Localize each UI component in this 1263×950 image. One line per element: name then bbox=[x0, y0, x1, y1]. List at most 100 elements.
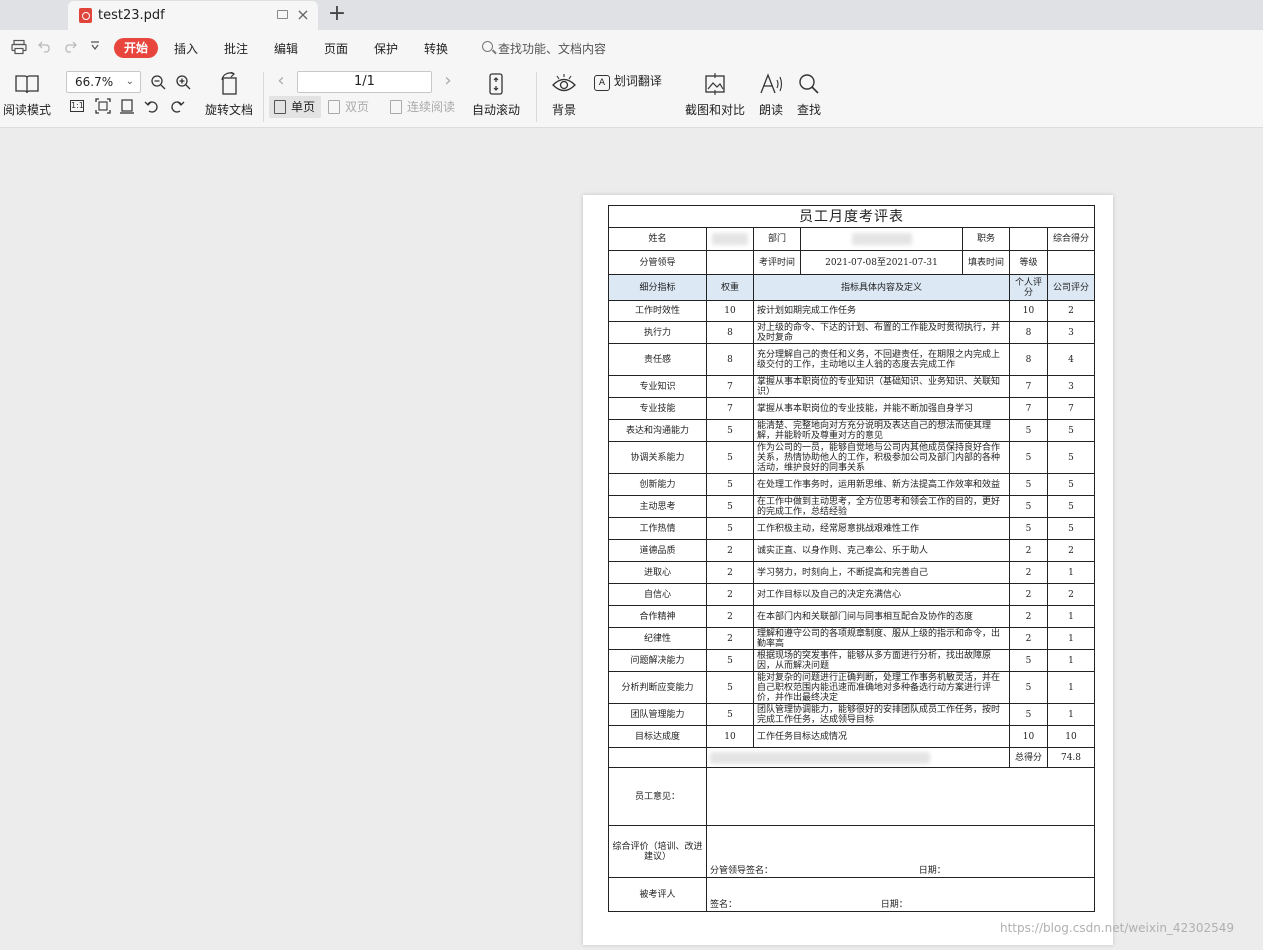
menu-start[interactable]: 开始 bbox=[114, 38, 158, 58]
pdf-page: 员工月度考评表 姓名 部门 职务 综合得分 分管领导 考评时间 2021-07-… bbox=[583, 195, 1113, 945]
previous-page-icon[interactable]: ‹ bbox=[274, 71, 288, 93]
menu-page[interactable]: 页面 bbox=[324, 40, 348, 57]
background-label: 背景 bbox=[551, 103, 576, 117]
fit-width-icon[interactable] bbox=[119, 98, 135, 114]
row-company-score: 4 bbox=[1047, 343, 1095, 376]
document-tab[interactable]: test23.pdf × bbox=[68, 1, 318, 30]
row-self-score: 5 bbox=[1009, 495, 1048, 518]
quick-access-dropdown-icon[interactable] bbox=[86, 39, 104, 57]
row-indicator: 问题解决能力 bbox=[608, 649, 707, 672]
menu-annotate[interactable]: 批注 bbox=[224, 40, 248, 57]
screenshot-compare-button[interactable]: 截图和对比 bbox=[684, 72, 746, 118]
row-definition: 工作任务目标达成情况 bbox=[753, 725, 1010, 748]
document-canvas[interactable]: 员工月度考评表 姓名 部门 职务 综合得分 分管领导 考评时间 2021-07-… bbox=[0, 129, 1263, 950]
row-company-score: 5 bbox=[1047, 473, 1095, 496]
total-redacted bbox=[706, 747, 1010, 768]
table-row: 创新能力 5 在处理工作事务时，运用新思维、新方法提高工作效率和效益 5 5 bbox=[608, 473, 1095, 496]
toolbar-divider bbox=[263, 72, 264, 122]
fit-page-icon[interactable] bbox=[95, 98, 111, 114]
row-weight: 2 bbox=[706, 539, 754, 562]
row-weight: 5 bbox=[706, 649, 754, 672]
row-self-score: 5 bbox=[1009, 671, 1048, 704]
row-self-score: 8 bbox=[1009, 343, 1048, 376]
row-company-score: 1 bbox=[1047, 649, 1095, 672]
row-indicator: 合作精神 bbox=[608, 605, 707, 628]
grade-label: 等级 bbox=[1009, 250, 1048, 275]
position-value bbox=[1009, 227, 1048, 251]
double-page-button[interactable]: 双页 bbox=[323, 96, 381, 118]
rotate-left-icon[interactable] bbox=[144, 98, 160, 114]
undo-icon[interactable] bbox=[36, 39, 54, 57]
read-aloud-button[interactable]: 朗读 bbox=[756, 72, 786, 118]
zoom-out-icon[interactable] bbox=[150, 74, 166, 90]
search-icon bbox=[482, 41, 493, 52]
row-self-score: 5 bbox=[1009, 441, 1048, 474]
row-indicator: 协调关系能力 bbox=[608, 441, 707, 474]
word-translate-button[interactable]: A 划词翻译 bbox=[594, 72, 676, 91]
position-label: 职务 bbox=[962, 227, 1010, 251]
row-self-score: 2 bbox=[1009, 605, 1048, 628]
col-weight: 权重 bbox=[706, 274, 754, 301]
row-self-score: 7 bbox=[1009, 375, 1048, 398]
continuous-reading-button[interactable]: 连续阅读 bbox=[385, 96, 459, 118]
page-number-input[interactable]: 1/1 bbox=[297, 71, 432, 93]
row-weight: 5 bbox=[706, 517, 754, 540]
function-search-input[interactable]: 查找功能、文档内容 bbox=[498, 40, 606, 57]
close-tab-icon[interactable]: × bbox=[294, 5, 312, 25]
single-page-button[interactable]: 单页 bbox=[269, 96, 321, 118]
auto-scroll-button[interactable]: 自动滚动 bbox=[466, 72, 526, 118]
actual-size-icon[interactable]: 1:1 bbox=[70, 100, 84, 112]
watermark-text: https://blog.csdn.net/weixin_42302549 bbox=[1000, 921, 1235, 935]
find-button[interactable]: 查找 bbox=[794, 72, 824, 118]
menu-protect[interactable]: 保护 bbox=[374, 40, 398, 57]
row-self-score: 10 bbox=[1009, 300, 1048, 322]
table-row: 工作热情 5 工作积极主动，经常愿意挑战艰难性工作 5 5 bbox=[608, 517, 1095, 540]
row-definition: 充分理解自己的责任和义务，不回避责任，在期限之内完成上级交付的工作，主动地以主人… bbox=[753, 343, 1010, 376]
redacted-dept bbox=[851, 233, 912, 245]
row-weight: 7 bbox=[706, 397, 754, 420]
row-weight: 8 bbox=[706, 321, 754, 344]
menu-insert[interactable]: 插入 bbox=[174, 40, 198, 57]
row-self-score: 5 bbox=[1009, 517, 1048, 540]
row-definition: 诚实正直、以身作则、克己奉公、乐于助人 bbox=[753, 539, 1010, 562]
row-definition: 工作积极主动，经常愿意挑战艰难性工作 bbox=[753, 517, 1010, 540]
row-company-score: 2 bbox=[1047, 539, 1095, 562]
row-definition: 掌握从事本职岗位的专业知识（基础知识、业务知识、关联知识） bbox=[753, 375, 1010, 398]
row-definition: 团队管理协调能力，能够很好的安排团队成员工作任务，按时完成工作任务，达成领导目标 bbox=[753, 703, 1010, 726]
next-page-icon[interactable]: › bbox=[441, 71, 455, 93]
row-weight: 8 bbox=[706, 343, 754, 376]
tab-title: test23.pdf bbox=[98, 8, 165, 23]
rotate-document-button[interactable]: 旋转文档 bbox=[203, 72, 255, 118]
evaluation-form-table: 员工月度考评表 姓名 部门 职务 综合得分 分管领导 考评时间 2021-07-… bbox=[608, 205, 1095, 912]
print-icon[interactable] bbox=[10, 39, 28, 57]
redo-icon[interactable] bbox=[61, 39, 79, 57]
menu-edit[interactable]: 编辑 bbox=[274, 40, 298, 57]
zoom-in-icon[interactable] bbox=[175, 74, 191, 90]
rotate-right-icon[interactable] bbox=[169, 98, 185, 114]
row-definition: 在本部门内和关联部门间与同事相互配合及协作的态度 bbox=[753, 605, 1010, 628]
zoom-select[interactable]: 66.7% ⌄ bbox=[66, 71, 141, 93]
appraisee-sign-label: 签名： bbox=[710, 900, 738, 910]
redacted-summary bbox=[710, 751, 930, 764]
row-weight: 5 bbox=[706, 671, 754, 704]
background-button[interactable]: 背景 bbox=[544, 72, 584, 118]
table-row: 主动思考 5 在工作中做到主动思考，全方位思考和领会工作的目的，更好的完成工作，总结… bbox=[608, 495, 1095, 518]
row-indicator: 执行力 bbox=[608, 321, 707, 344]
window-icon[interactable] bbox=[277, 10, 288, 19]
menu-convert[interactable]: 转换 bbox=[424, 40, 448, 57]
zoom-value: 66.7% bbox=[75, 75, 114, 89]
table-row: 目标达成度 10 工作任务目标达成情况 10 10 bbox=[608, 725, 1095, 748]
double-page-label: 双页 bbox=[345, 100, 370, 114]
row-definition: 学习努力，时刻向上，不断提高和完善自己 bbox=[753, 561, 1010, 584]
row-definition: 按计划如期完成工作任务 bbox=[753, 300, 1010, 322]
row-weight: 10 bbox=[706, 300, 754, 322]
rotate-document-label: 旋转文档 bbox=[204, 103, 253, 117]
table-row: 责任感 8 充分理解自己的责任和义务，不回避责任，在期限之内完成上级交付的工作，主动… bbox=[608, 343, 1095, 376]
row-self-score: 5 bbox=[1009, 649, 1048, 672]
row-indicator: 道德品质 bbox=[608, 539, 707, 562]
reading-mode-button[interactable]: 阅读模式 bbox=[2, 72, 52, 118]
rotate-document-icon bbox=[221, 72, 237, 95]
row-indicator: 纪律性 bbox=[608, 627, 707, 650]
new-tab-button[interactable]: + bbox=[326, 2, 348, 26]
table-row: 表达和沟通能力 5 能清楚、完整地向对方充分说明及表达自己的想法而使其理解，并能聆听… bbox=[608, 419, 1095, 442]
